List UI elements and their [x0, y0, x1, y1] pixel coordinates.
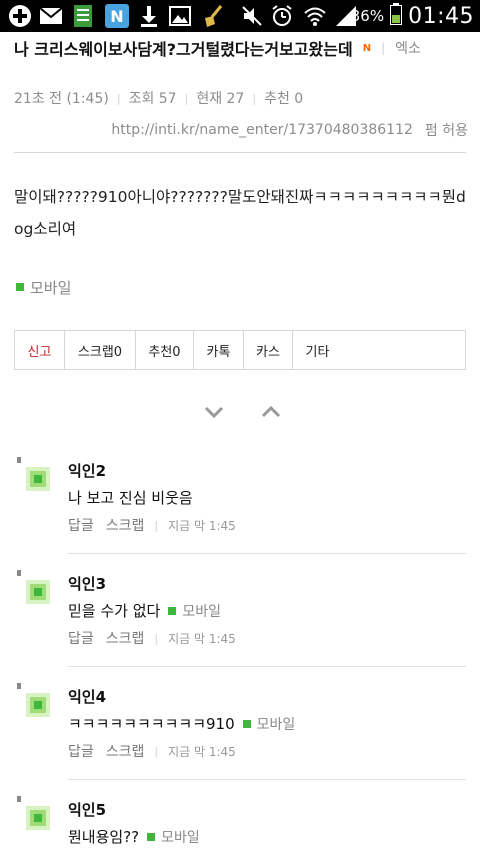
battery-percent: 36% — [350, 7, 385, 25]
divider: | — [154, 744, 159, 758]
comment-item: 익인2 나 보고 진심 비웃음 답글 스크랩 | 지금 막 1:45 — [14, 455, 466, 567]
post-author[interactable]: 엑소 — [395, 38, 421, 58]
alarm-icon — [270, 4, 294, 28]
comment-footer: 답글 스크랩 | 지금 막 1:45 — [68, 515, 236, 535]
comment-mobile-tag: 모바일 — [168, 601, 221, 621]
kas-share-button[interactable]: 카스 — [244, 331, 293, 369]
comment-text-row: 뭔내용임?? 모바일 — [68, 826, 200, 847]
mobile-label: 모바일 — [30, 278, 72, 297]
post-views: 조회 57 — [128, 91, 177, 107]
post-permission: 펌 허용 — [424, 123, 468, 139]
divider: | — [154, 518, 159, 532]
n-app-icon: N — [104, 4, 130, 28]
post-current: 현재 27 — [196, 91, 245, 107]
comment-item: 익인5 뭔내용임?? 모바일 — [14, 794, 466, 853]
reply-button[interactable]: 답글 — [68, 515, 94, 535]
comment-text-row: 믿을 수가 없다 모바일 — [68, 600, 221, 621]
post-body: 말이돼?????910아니야???????말도안돼진짜ㅋㅋㅋㅋㅋㅋㅋㅋㅋ뭔dog… — [14, 188, 466, 238]
wifi-icon — [302, 4, 328, 28]
divider: | — [116, 91, 121, 105]
svg-text:N: N — [110, 7, 123, 26]
reply-button[interactable]: 답글 — [68, 628, 94, 648]
comment-divider — [68, 553, 466, 554]
comment-author: 익인3 — [68, 575, 107, 593]
mobile-label: 모바일 — [256, 716, 296, 733]
recommend-button[interactable]: 추천0 — [136, 331, 194, 369]
post-title: 나 크리스웨이보사담계?그거털렸다는거보고왔는데 — [14, 40, 353, 59]
comment-pin-icon — [17, 457, 21, 463]
comment-footer: 답글 스크랩 | 지금 막 1:45 — [68, 628, 236, 648]
clock: 01:45 — [408, 3, 474, 29]
comment-mobile-tag: 모바일 — [242, 714, 296, 734]
scrap-button[interactable]: 스크랩0 — [65, 331, 136, 369]
post-meta: 21초 전 (1:45) | 조회 57 | 현재 27 | 추천 0 — [14, 88, 303, 108]
post-url[interactable]: http://inti.kr/name_enter/17370480386112 — [111, 122, 413, 138]
comment-scrap-button[interactable]: 스크랩 — [106, 628, 145, 648]
mobile-dot-icon — [147, 832, 156, 841]
divider: | — [252, 91, 257, 105]
comment-text: 뭔내용임?? — [68, 828, 140, 846]
katalk-share-button[interactable]: 카톡 — [194, 331, 244, 369]
report-button[interactable]: 신고 — [15, 331, 65, 369]
mobile-dot-icon — [16, 283, 24, 291]
comment-item: 익인3 믿을 수가 없다 모바일 답글 스크랩 | 지금 막 1:45 — [14, 568, 466, 680]
comment-divider — [68, 666, 466, 667]
comment-text: ㅋㅋㅋㅋㅋㅋㅋㅋㅋㅋ910 — [68, 715, 235, 733]
sheets-icon — [72, 4, 94, 28]
plus-icon — [6, 4, 34, 28]
comment-footer: 답글 스크랩 | 지금 막 1:45 — [68, 741, 236, 761]
mobile-dot-icon — [242, 719, 251, 728]
comment-mobile-tag: 모바일 — [147, 827, 200, 847]
comment-item: 익인4 ㅋㅋㅋㅋㅋㅋㅋㅋㅋㅋ910 모바일 답글 스크랩 | 지금 막 1:45 — [14, 681, 466, 793]
comment-scrap-button[interactable]: 스크랩 — [106, 515, 145, 535]
comment-time: 지금 막 1:45 — [168, 518, 236, 533]
post-recommend: 추천 0 — [264, 91, 304, 107]
chevron-down-icon[interactable] — [204, 404, 224, 419]
comment-pin-icon — [17, 796, 21, 802]
post-mobile-tag: 모바일 — [16, 276, 71, 298]
comment-text: 나 보고 진심 비웃음 — [68, 489, 193, 507]
image-icon — [168, 4, 192, 28]
avatar — [26, 806, 50, 830]
comment-time: 지금 막 1:45 — [168, 631, 236, 646]
mobile-label: 모바일 — [161, 829, 200, 846]
battery-icon — [390, 3, 403, 29]
comment-author: 익인4 — [68, 688, 107, 706]
comment-text-row: ㅋㅋㅋㅋㅋㅋㅋㅋㅋㅋ910 모바일 — [68, 713, 295, 734]
status-bar: N 36% 01:45 — [0, 0, 480, 32]
comment-author: 익인2 — [68, 462, 107, 480]
comment-text: 믿을 수가 없다 — [68, 602, 161, 620]
mobile-dot-icon — [168, 606, 177, 615]
comment-text-row: 나 보고 진심 비웃음 — [68, 487, 193, 508]
post-header: 나 크리스웨이보사담계?그거털렸다는거보고왔는데 N | 엑소 — [14, 37, 474, 59]
comment-divider — [68, 779, 466, 780]
chevron-up-icon[interactable] — [261, 404, 281, 418]
comment-pin-icon — [17, 683, 21, 689]
mail-icon — [38, 4, 64, 28]
comment-scrap-button[interactable]: 스크랩 — [106, 741, 145, 761]
comment-time: 지금 막 1:45 — [168, 744, 236, 759]
etc-button[interactable]: 기타 — [293, 331, 342, 369]
mute-icon — [240, 4, 264, 28]
divider: | — [381, 41, 386, 55]
new-badge: N — [362, 42, 372, 54]
broom-icon — [200, 4, 226, 28]
avatar — [26, 467, 50, 491]
post-time: 21초 전 (1:45) — [14, 91, 109, 107]
download-icon — [138, 4, 160, 28]
post-action-bar: 신고 스크랩0 추천0 카톡 카스 기타 — [14, 330, 466, 370]
header-divider — [14, 152, 466, 153]
divider: | — [154, 631, 159, 645]
comment-pin-icon — [17, 570, 21, 576]
divider: | — [184, 91, 189, 105]
avatar — [26, 693, 50, 717]
avatar — [26, 580, 50, 604]
mobile-label: 모바일 — [182, 603, 221, 620]
reply-button[interactable]: 답글 — [68, 741, 94, 761]
post-link-row: http://inti.kr/name_enter/17370480386112… — [111, 120, 468, 140]
comment-author: 익인5 — [68, 801, 107, 819]
